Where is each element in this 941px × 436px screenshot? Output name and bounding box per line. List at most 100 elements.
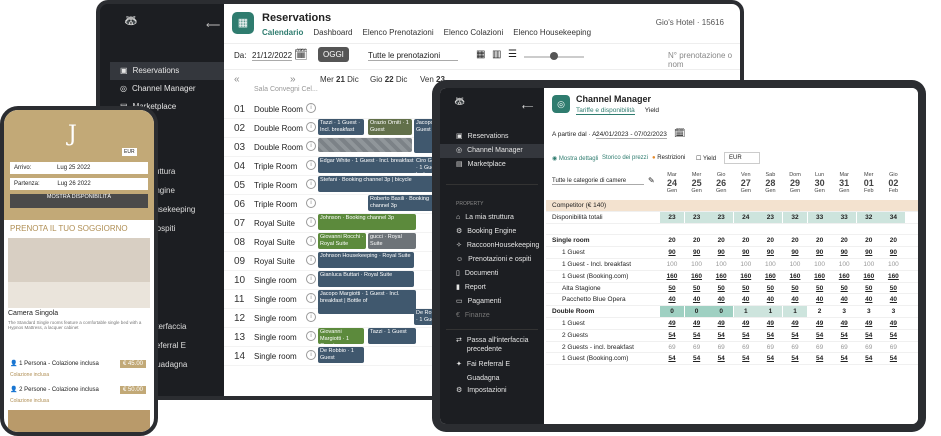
rate-cell[interactable]	[660, 200, 684, 211]
rate-cell[interactable]: 33	[832, 211, 857, 223]
rate-cell[interactable]: 23	[758, 211, 783, 223]
rate-cell[interactable]: 0	[660, 306, 684, 318]
sidebar-item-struttura[interactable]: ⌂ La mia struttura	[440, 211, 544, 225]
rate-cell[interactable]: 54	[685, 330, 709, 341]
rate-option[interactable]: 👤 2 Persone - Colazione inclusa € 50.00	[10, 386, 146, 394]
booking-block[interactable]: De Robbio · 1 Guest	[318, 347, 364, 363]
rate-cell[interactable]: 20	[881, 235, 905, 246]
period-field[interactable]: 24/01/2023 - 07/02/2023	[596, 131, 667, 139]
tab-yield[interactable]: Yield	[645, 107, 659, 115]
booking-block[interactable]: Orazio Orniti · 1 Guest	[368, 119, 412, 135]
rate-cell[interactable]: 49	[734, 318, 758, 329]
rate-cell[interactable]: 54	[685, 353, 709, 364]
rate-cell[interactable]: 54	[881, 330, 905, 341]
price-history-link[interactable]: Storico dei prezzi	[602, 155, 648, 161]
rate-cell[interactable]: 1	[733, 306, 758, 318]
rate-cell[interactable]: 20	[857, 235, 881, 246]
rate-cell[interactable]	[758, 200, 782, 211]
rate-cell[interactable]: 1	[758, 306, 783, 318]
info-icon[interactable]: i	[306, 160, 316, 170]
zoom-slider-handle[interactable]	[550, 52, 558, 60]
rate-cell[interactable]: 49	[660, 318, 684, 329]
rate-cell[interactable]: 0	[709, 306, 734, 318]
booking-block[interactable]: Tazzi · 1 Guest	[368, 328, 416, 344]
restrictions-toggle[interactable]: ● Restrizioni	[652, 155, 685, 161]
column-view-icon[interactable]: ▥	[492, 49, 501, 60]
sidebar-item-channel-manager[interactable]: ◎ Channel Manager	[110, 80, 224, 98]
rate-cell[interactable]	[857, 224, 881, 235]
rate-cell[interactable]: 54	[783, 353, 807, 364]
rate-cell[interactable]: 54	[734, 353, 758, 364]
rate-cell[interactable]: 54	[709, 330, 733, 341]
rate-cell[interactable]: 2	[808, 306, 832, 317]
rate-cell[interactable]: 90	[857, 247, 881, 258]
rate-cell[interactable]	[734, 224, 758, 235]
rate-cell[interactable]: 90	[881, 247, 905, 258]
tab-calendario[interactable]: Calendario	[262, 28, 303, 37]
rate-cell[interactable]: 100	[832, 259, 856, 270]
rate-cell[interactable]: 0	[684, 306, 709, 318]
rate-cell[interactable]: 100	[758, 259, 782, 270]
info-icon[interactable]: i	[306, 274, 316, 284]
calendar-picker-icon[interactable]: 🗓	[294, 48, 308, 61]
rate-cell[interactable]: 54	[881, 353, 905, 364]
arrival-field[interactable]: Arrivo: Lug 25 2022	[10, 162, 148, 174]
sidebar-item-booking-engine[interactable]: ⚙ Booking Engine	[440, 225, 544, 239]
rate-cell[interactable]: 40	[758, 294, 782, 305]
rate-cell[interactable]: 54	[808, 353, 832, 364]
rate-cell[interactable]: 54	[783, 330, 807, 341]
collapse-sidebar-icon[interactable]: ⟵	[206, 20, 220, 31]
rate-cell[interactable]: 54	[734, 330, 758, 341]
rate-cell[interactable]: 3	[881, 306, 905, 317]
rate-cell[interactable]: 40	[685, 294, 709, 305]
sidebar-item-pagamenti[interactable]: ▭ Pagamenti	[440, 295, 544, 309]
rate-cell[interactable]: 1	[783, 306, 807, 318]
booking-block[interactable]: Giovanni Margiotti · 1 Guest	[318, 328, 364, 344]
sidebar-item-reservations[interactable]: ▣ Reservations	[110, 62, 224, 80]
rate-cell[interactable]: 33	[807, 211, 832, 223]
yield-toggle[interactable]: ☐ Yield	[696, 155, 716, 162]
sidebar-item-reservations[interactable]: ▣ Reservations	[440, 130, 544, 144]
booking-block[interactable]: Johnson · Booking channel 3p	[318, 214, 416, 230]
rate-cell[interactable]: 160	[857, 271, 881, 282]
tab-elenco-prenotazioni[interactable]: Elenco Prenotazioni	[362, 28, 433, 37]
info-icon[interactable]: i	[306, 312, 316, 322]
tab-dashboard[interactable]: Dashboard	[313, 28, 352, 37]
rate-cell[interactable]: 54	[857, 353, 881, 364]
rate-cell[interactable]: 69	[660, 342, 684, 353]
info-icon[interactable]: i	[306, 293, 316, 303]
rate-cell[interactable]	[832, 224, 856, 235]
rate-cell[interactable]: 50	[857, 283, 881, 294]
rate-cell[interactable]: 100	[709, 259, 733, 270]
rate-cell[interactable]	[808, 200, 832, 211]
tab-elenco-colazioni[interactable]: Elenco Colazioni	[444, 28, 504, 37]
rate-cell[interactable]: 50	[832, 283, 856, 294]
rate-cell[interactable]: 90	[758, 247, 782, 258]
rate-cell[interactable]: 90	[734, 247, 758, 258]
rate-cell[interactable]: 49	[808, 318, 832, 329]
rate-cell[interactable]: 49	[881, 318, 905, 329]
rate-cell[interactable]: 100	[881, 259, 905, 270]
search-input[interactable]: N° prenotazione o nom	[668, 51, 740, 69]
rate-cell[interactable]: 100	[734, 259, 758, 270]
booking-block[interactable]: Stefani · Booking channel 3p | bicycle	[318, 176, 444, 192]
rate-cell[interactable]: 23	[660, 211, 684, 223]
rate-cell[interactable]: 54	[660, 353, 684, 364]
grid-view-icon[interactable]: ▦	[476, 49, 485, 60]
rate-cell[interactable]: 54	[709, 353, 733, 364]
rate-cell[interactable]: 50	[709, 283, 733, 294]
rate-cell[interactable]: 20	[758, 235, 782, 246]
booking-block[interactable]: Johnson Housekeeping · Royal Suite	[318, 252, 414, 268]
rate-cell[interactable]	[832, 200, 856, 211]
rate-cell[interactable]: 20	[685, 235, 709, 246]
rate-cell[interactable]: 32	[783, 211, 807, 223]
rate-cell[interactable]	[857, 200, 881, 211]
rate-cell[interactable]: 54	[758, 353, 782, 364]
rate-cell[interactable]	[709, 200, 733, 211]
rate-cell[interactable]: 3	[832, 306, 856, 317]
rate-cell[interactable]: 69	[832, 342, 856, 353]
rate-cell[interactable]	[734, 200, 758, 211]
rate-cell[interactable]: 24	[733, 211, 758, 223]
rate-cell[interactable]: 50	[758, 283, 782, 294]
info-icon[interactable]: i	[306, 198, 316, 208]
